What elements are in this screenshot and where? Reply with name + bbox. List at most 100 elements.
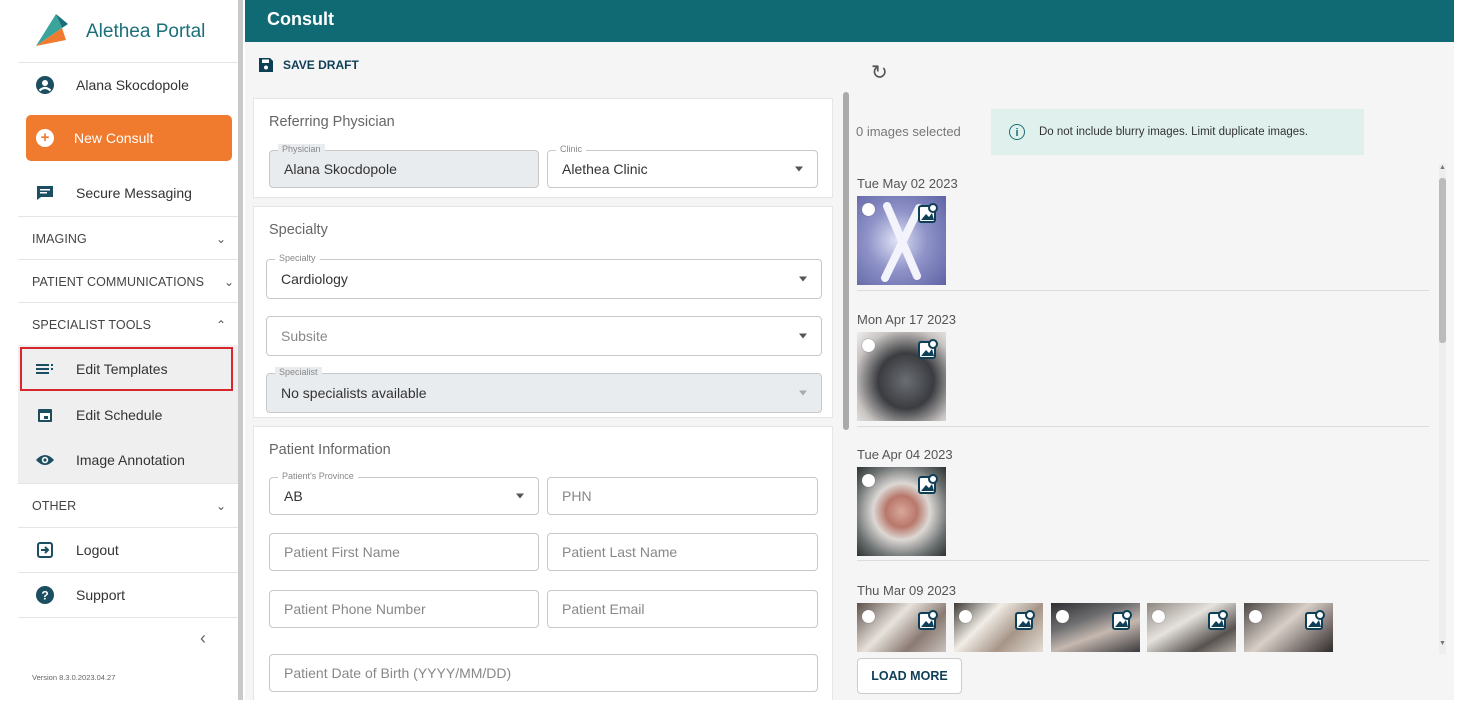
sidebar: Alethea Portal Alana Skocdopole + New Co… [18,0,240,700]
user-name: Alana Skocdopole [76,76,189,93]
phone-input[interactable]: Patient Phone Number [269,590,539,628]
svg-text:?: ? [41,588,48,602]
first-name-placeholder: Patient First Name [284,544,400,560]
specialty-value: Cardiology [281,271,348,287]
specialist-select: Specialist No specialists available [266,367,822,413]
phn-input[interactable]: PHN [547,477,818,515]
annotate-image-icon[interactable] [1305,610,1325,630]
info-alert-text: Do not include blurry images. Limit dupl… [1039,126,1309,138]
image-select-checkbox[interactable] [862,474,875,487]
specialty-title: Specialty [269,222,328,238]
clinic-label: Clinic [556,144,587,154]
image-thumbnail[interactable] [954,603,1043,652]
patient-information-title: Patient Information [269,442,391,458]
info-alert: i Do not include blurry images. Limit du… [991,109,1364,155]
message-icon [34,182,56,204]
image-select-checkbox[interactable] [1152,610,1165,623]
sidebar-section-other[interactable]: OTHER ⌄ [18,483,240,527]
caret-down-icon [799,390,807,396]
annotate-image-icon[interactable] [918,339,938,359]
save-draft-label: SAVE DRAFT [283,58,359,72]
image-select-checkbox[interactable] [862,339,875,352]
caret-down-icon [516,493,524,499]
form-scrollbar[interactable] [843,92,849,430]
sidebar-item-user[interactable]: Alana Skocdopole [18,62,240,106]
annotate-image-icon[interactable] [918,474,938,494]
patient-information-card: Patient Information Patient's Province A… [253,426,833,700]
app-title: Alethea Portal [86,21,206,42]
image-select-checkbox[interactable] [959,610,972,623]
scrollbar-thumb[interactable] [1439,178,1446,343]
imaging-label: IMAGING [32,231,87,246]
logout-icon [34,539,56,561]
bottom-strip [0,700,1460,716]
sidebar-item-edit-schedule[interactable]: Edit Schedule [18,393,240,437]
image-select-checkbox[interactable] [1056,610,1069,623]
info-icon: i [1009,124,1025,140]
province-select[interactable]: Patient's Province AB [269,471,539,515]
clinic-select[interactable]: Clinic Alethea Clinic [547,144,818,188]
email-placeholder: Patient Email [562,601,645,617]
sidebar-section-specialist-tools[interactable]: SPECIALIST TOOLS ⌃ [18,302,240,346]
image-select-checkbox[interactable] [1249,610,1262,623]
images-scrollbar[interactable]: ▲ ▼ [1437,164,1448,654]
image-thumbnail[interactable] [1147,603,1236,652]
image-thumbnail[interactable] [857,467,946,556]
chevron-down-icon: ⌄ [223,274,234,289]
sidebar-item-logout[interactable]: Logout [18,527,240,571]
caret-down-icon [799,276,807,282]
province-value: AB [284,488,303,504]
sidebar-item-secure-messaging[interactable]: Secure Messaging [18,171,240,215]
annotate-image-icon[interactable] [918,203,938,223]
save-icon [259,58,273,72]
first-name-input[interactable]: Patient First Name [269,533,539,571]
highlight-box [20,347,233,391]
email-input[interactable]: Patient Email [547,590,818,628]
image-group-date: Mon Apr 17 2023 [857,312,957,327]
image-thumbnail[interactable] [857,332,946,421]
image-select-checkbox[interactable] [862,610,875,623]
annotate-image-icon[interactable] [1112,610,1132,630]
annotate-image-icon[interactable] [918,610,938,630]
phone-placeholder: Patient Phone Number [284,601,426,617]
subsite-select[interactable]: Subsite [266,316,822,356]
image-group-date: Tue May 02 2023 [857,176,958,191]
save-draft-button[interactable]: SAVE DRAFT [259,58,359,72]
version-label: Version 8.3.0.2023.04.27 [32,673,116,682]
other-label: OTHER [32,498,77,513]
image-thumbnail[interactable] [1051,603,1140,652]
annotate-image-icon[interactable] [1015,610,1035,630]
collapse-sidebar-button[interactable]: ‹ [200,628,206,649]
refresh-icon[interactable]: ↻ [871,60,888,85]
dob-input[interactable]: Patient Date of Birth (YYYY/MM/DD) [269,654,818,692]
image-thumbnail[interactable] [857,603,946,652]
image-select-checkbox[interactable] [862,203,875,216]
image-group-divider [857,560,1429,561]
calendar-icon [34,404,56,426]
specialty-select[interactable]: Specialty Cardiology [266,253,822,299]
new-consult-button[interactable]: + New Consult [26,115,232,161]
sidebar-item-image-annotation[interactable]: Image Annotation [18,438,240,482]
sidebar-section-patient-communications[interactable]: PATIENT COMMUNICATIONS ⌄ [18,259,240,303]
sidebar-section-imaging[interactable]: IMAGING ⌄ [18,216,240,260]
page-title: Consult [267,9,334,29]
chevron-down-icon: ⌄ [215,498,226,513]
sidebar-item-support[interactable]: ? Support [18,572,240,616]
logo-row[interactable]: Alethea Portal [18,0,240,60]
secure-messaging-label: Secure Messaging [76,185,192,201]
new-consult-label: New Consult [74,130,154,146]
image-thumbnail[interactable] [1244,603,1333,652]
scroll-down-arrow-icon[interactable]: ▼ [1437,640,1448,647]
clinic-value: Alethea Clinic [562,161,648,177]
chevron-up-icon: ⌃ [215,317,226,332]
physician-label: Physician [278,144,325,154]
image-thumbnail[interactable] [857,196,946,285]
last-name-input[interactable]: Patient Last Name [547,533,818,571]
specialty-label: Specialty [275,253,320,263]
image-annotation-label: Image Annotation [76,452,185,468]
specialist-value: No specialists available [281,385,427,401]
annotate-image-icon[interactable] [1208,610,1228,630]
load-more-button[interactable]: LOAD MORE [857,658,962,694]
sidebar-scrollbar[interactable] [238,0,243,700]
scroll-up-arrow-icon[interactable]: ▲ [1437,164,1448,171]
